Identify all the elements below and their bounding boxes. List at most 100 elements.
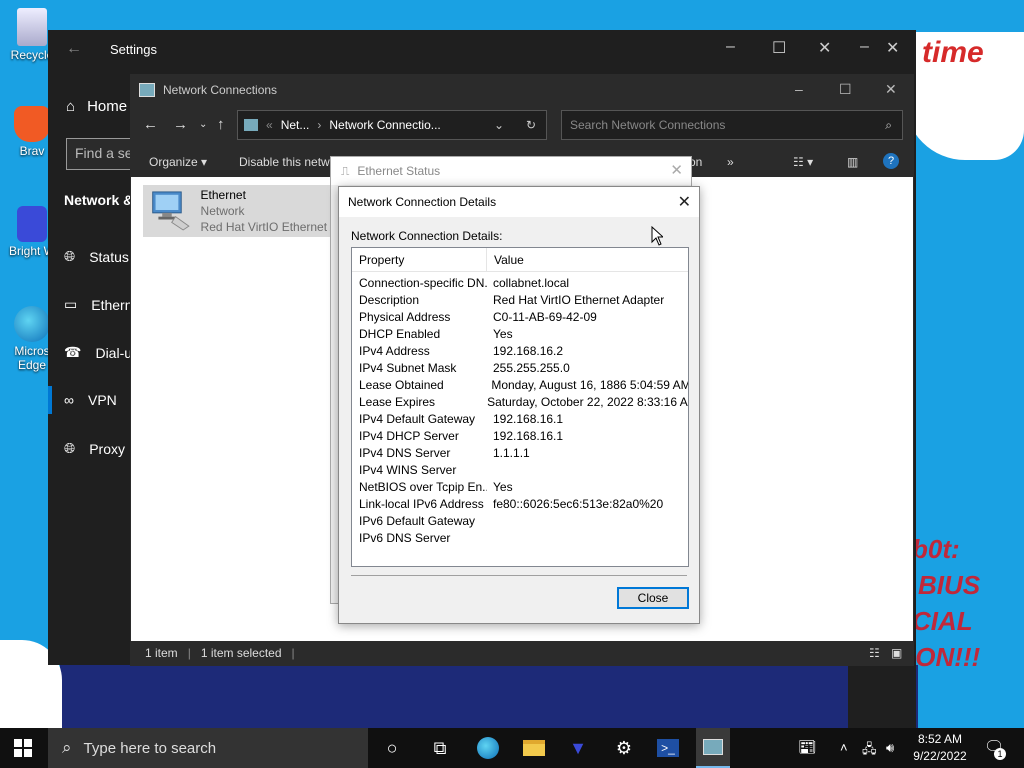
list-item[interactable]: IPv6 Default Gateway (352, 513, 688, 530)
settings-nav-status[interactable]: 🌐︎ Status (48, 248, 130, 265)
search-icon: ⌕ (62, 738, 72, 757)
value-cell: 255.255.255.0 (493, 361, 570, 375)
taskbar-search-box[interactable]: ⌕ Type here to search (48, 728, 368, 768)
list-item[interactable]: IPv4 Subnet Mask 255.255.255.0 (352, 360, 688, 377)
close-icon[interactable]: ✕ (818, 38, 831, 58)
search-placeholder: Search Network Connections (570, 118, 726, 132)
network-folder-icon (703, 739, 723, 755)
desktop-icon-label: Micros Edge (14, 344, 50, 372)
file-explorer-icon[interactable] (522, 736, 546, 760)
list-item[interactable]: Connection-specific DN... collabnet.local (352, 275, 688, 292)
wallpaper-blue-shape (728, 0, 1024, 32)
more-commands-button[interactable]: » (727, 155, 734, 169)
chevron-up-icon[interactable]: ˄ (840, 740, 848, 755)
preview-pane-icon[interactable]: ▥ (847, 155, 858, 169)
settings-home[interactable]: ⌂ Home (66, 98, 127, 115)
large-icons-view-icon[interactable]: ▣ (891, 646, 902, 660)
close-icon[interactable]: ✕ (670, 161, 683, 179)
list-item[interactable]: IPv4 Address 192.168.16.2 (352, 343, 688, 360)
minimize-icon[interactable]: – (860, 38, 869, 56)
list-item[interactable]: NetBIOS over Tcpip En... Yes (352, 479, 688, 496)
network-folder-icon (244, 119, 258, 131)
value-cell: C0-11-AB-69-42-09 (493, 310, 597, 324)
column-header-value[interactable]: Value (487, 248, 524, 271)
maximize-icon[interactable]: ☐ (772, 38, 786, 58)
close-icon[interactable]: ✕ (885, 81, 897, 98)
windows-start-icon[interactable] (14, 739, 32, 757)
address-bar[interactable]: « Net... › Network Connectio... ⌄ ↻ (237, 110, 547, 140)
list-item[interactable]: DHCP Enabled Yes (352, 326, 688, 343)
list-item[interactable]: IPv6 DNS Server (352, 530, 688, 547)
settings-category: Network & (64, 192, 134, 208)
globe-icon: 🌐︎ (64, 440, 76, 456)
details-listview[interactable]: Property Value Connection-specific DN...… (351, 247, 689, 567)
item-count: 1 item (145, 646, 178, 660)
settings-nav-label: Dial-u (95, 344, 130, 361)
edge-icon[interactable] (476, 736, 500, 760)
task-view-icon[interactable]: ⧉ (428, 736, 452, 760)
minimize-icon[interactable]: – (795, 81, 803, 97)
list-item[interactable]: IPv4 Default Gateway 192.168.16.1 (352, 411, 688, 428)
details-view-icon[interactable]: ☷ (869, 646, 880, 660)
list-item[interactable]: Physical Address C0-11-AB-69-42-09 (352, 309, 688, 326)
back-icon[interactable]: ← (143, 116, 158, 133)
network-connections-taskbar-button[interactable] (696, 728, 730, 768)
column-header-property[interactable]: Property (352, 248, 487, 271)
connection-name: Ethernet (200, 188, 246, 202)
help-icon[interactable]: ? (883, 153, 899, 169)
maximize-icon[interactable]: ☐ (839, 81, 852, 98)
breadcrumb-item[interactable]: Network Connectio... (329, 118, 440, 132)
list-item[interactable]: Link-local IPv6 Address fe80::6026:5ec6:5… (352, 496, 688, 513)
list-header: Property Value (352, 248, 688, 272)
close-icon[interactable]: ✕ (886, 38, 899, 58)
close-button[interactable]: Close (617, 587, 689, 609)
property-cell: Lease Expires (359, 395, 436, 409)
forward-icon[interactable]: → (173, 116, 188, 133)
settings-search-input[interactable]: Find a se (66, 138, 136, 170)
value-cell (487, 513, 493, 530)
powershell-icon[interactable]: >_ (656, 736, 680, 760)
chevron-down-icon[interactable]: ⌄ (494, 118, 504, 132)
news-icon[interactable]: 📰︎ (798, 738, 817, 756)
list-item[interactable]: Description Red Hat VirtIO Ethernet Adapt… (352, 292, 688, 309)
disable-device-button[interactable]: Disable this netw (239, 155, 330, 169)
taskbar-clock[interactable]: 8:52 AM 9/22/2022 (908, 731, 972, 765)
recent-dropdown-icon[interactable]: ⌄ (199, 119, 207, 130)
recycle-bin-icon (17, 8, 47, 46)
settings-nav-ethernet[interactable]: ▭ Ethern (48, 296, 130, 313)
settings-nav-vpn[interactable]: ∞ VPN (48, 392, 130, 408)
settings-nav-label: Proxy (89, 440, 125, 457)
settings-nav-dialup[interactable]: ☎ Dial-u (48, 344, 130, 361)
minimize-icon[interactable]: – (726, 38, 735, 56)
settings-gear-icon[interactable]: ⚙ (612, 736, 636, 760)
connection-status: Network (200, 204, 245, 218)
ethernet-connection-item[interactable]: Ethernet Network Red Hat VirtIO Ethernet… (143, 185, 335, 237)
list-item[interactable]: IPv4 WINS Server (352, 462, 688, 479)
dialup-icon: ☎ (64, 344, 82, 360)
settings-nav-label: Ethern (91, 296, 130, 313)
refresh-icon[interactable]: ↻ (526, 118, 536, 132)
wallpaper-text: b0t: (912, 534, 960, 564)
property-cell: IPv4 Address (359, 344, 430, 358)
back-arrow-icon[interactable]: ← (66, 40, 82, 58)
property-cell: Physical Address (359, 310, 451, 324)
list-item[interactable]: IPv4 DHCP Server 192.168.16.1 (352, 428, 688, 445)
list-item[interactable]: IPv4 DNS Server 1.1.1.1 (352, 445, 688, 462)
settings-nav-proxy[interactable]: 🌐︎ Proxy (48, 440, 130, 457)
property-cell: DHCP Enabled (359, 327, 441, 341)
change-view-icon[interactable]: ☷ ▾ (793, 155, 813, 169)
breadcrumb-item[interactable]: Net... (281, 118, 310, 132)
network-tray-icon[interactable]: 🖧︎ (862, 740, 877, 762)
search-input[interactable]: Search Network Connections ⌕ (561, 110, 903, 140)
close-icon[interactable]: ✕ (678, 192, 691, 212)
cortana-icon[interactable]: ○ (380, 736, 404, 760)
list-item[interactable]: Lease Expires Saturday, October 22, 2022 … (352, 394, 688, 411)
property-cell: IPv4 WINS Server (359, 463, 457, 477)
app-icon[interactable]: ▼ (566, 736, 590, 760)
volume-icon[interactable]: 🔊︎ (886, 740, 894, 756)
list-item[interactable]: Lease Obtained Monday, August 16, 1886 5:… (352, 377, 688, 394)
organize-button[interactable]: Organize ▾ (149, 155, 207, 169)
up-icon[interactable]: ↑ (217, 116, 225, 133)
connection-device: Red Hat VirtIO Ethernet A (200, 220, 331, 234)
wallpaper-text: BIUS (918, 570, 981, 600)
